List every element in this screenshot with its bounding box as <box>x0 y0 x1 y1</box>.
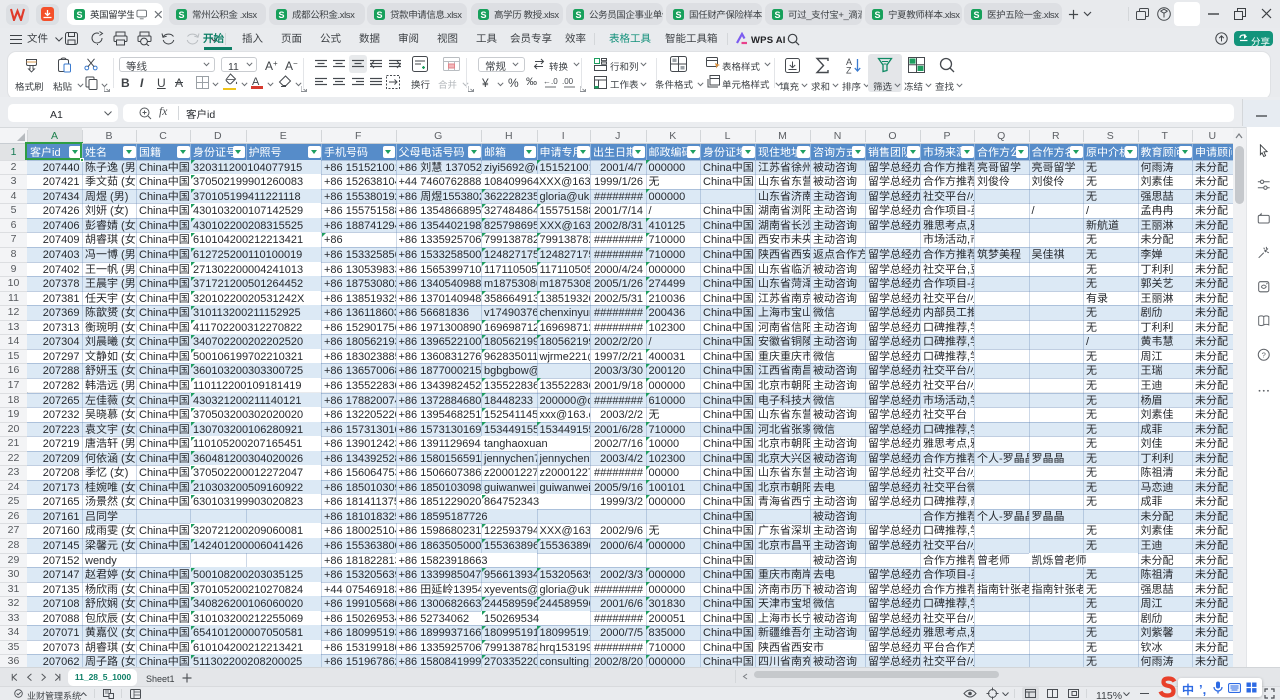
svg-text:←.0: ←.0 <box>543 76 558 87</box>
svg-text:Z: Z <box>846 64 852 75</box>
svg-text:?: ? <box>1262 349 1266 360</box>
svg-text:.00: .00 <box>562 76 574 87</box>
